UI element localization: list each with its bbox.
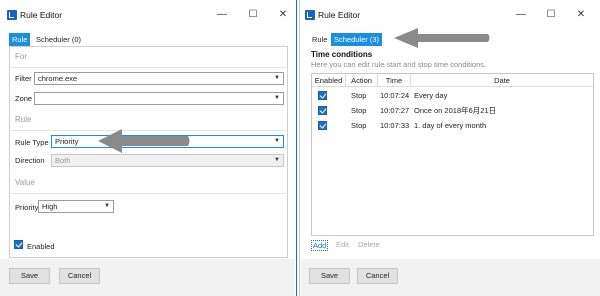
row-action: Stop	[351, 121, 367, 130]
minimize-icon[interactable]: —	[513, 8, 529, 22]
row-action: Stop	[351, 106, 367, 115]
chevron-down-icon: ▼	[104, 203, 110, 209]
save-button[interactable]: Save	[9, 268, 50, 284]
window-title: Rule Editor	[20, 10, 63, 20]
divider	[11, 67, 286, 68]
chevron-down-icon: ▼	[274, 75, 280, 81]
minimize-icon[interactable]: —	[214, 8, 230, 22]
tab-scheduler[interactable]: Scheduler (0)	[33, 33, 84, 46]
schedule-table: Enabled Action Time Date Stop 10:07:24 E…	[311, 73, 594, 236]
enabled-label: Enabled	[27, 242, 55, 251]
column-header-date[interactable]: Date	[411, 74, 593, 87]
row-time: 10:07:24	[380, 91, 410, 100]
chevron-down-icon: ▼	[274, 157, 280, 163]
app-icon	[7, 10, 17, 20]
row-date: Every day	[414, 91, 448, 100]
priority-label: Priority	[15, 203, 39, 212]
maximize-icon[interactable]: ☐	[543, 8, 559, 22]
row-date: 1. day of every month	[414, 121, 487, 130]
rule-type-label: Rule Type	[15, 138, 49, 147]
row-time: 10:07:27	[380, 106, 410, 115]
cancel-button[interactable]: Cancel	[357, 268, 398, 284]
close-icon[interactable]: ✕	[573, 8, 589, 22]
tab-rule[interactable]: Rule	[309, 33, 330, 46]
section-for: For	[15, 52, 27, 61]
add-link[interactable]: Add	[311, 240, 329, 251]
title-bar: Rule Editor — ☐ ✕	[0, 0, 295, 30]
section-value: Value	[15, 178, 35, 187]
zone-label: Zone	[15, 94, 33, 103]
column-header-time[interactable]: Time	[378, 74, 411, 87]
rule-editor-window-left: Rule Editor — ☐ ✕ Rule Scheduler (0) For…	[0, 0, 295, 296]
section-rule: Rule	[15, 115, 32, 124]
column-header-action[interactable]: Action	[346, 74, 378, 87]
row-enabled-checkbox[interactable]	[318, 91, 327, 100]
direction-label: Direction	[15, 156, 45, 165]
app-icon	[305, 10, 315, 20]
column-header-enabled[interactable]: Enabled	[312, 74, 346, 87]
zone-combo[interactable]: ▼	[34, 92, 284, 105]
tab-scheduler[interactable]: Scheduler (3)	[331, 33, 383, 46]
delete-link[interactable]: Delete	[358, 240, 380, 249]
annotation-arrow-icon	[394, 28, 490, 48]
filter-label: Filter	[15, 74, 32, 83]
close-icon[interactable]: ✕	[275, 8, 291, 22]
time-conditions-title: Time conditions	[311, 50, 373, 59]
rule-type-value: Priority	[55, 137, 79, 146]
annotation-arrow-icon	[98, 129, 190, 153]
time-conditions-subtitle: Here you can edit rule start and stop ti…	[311, 60, 487, 69]
row-enabled-checkbox[interactable]	[318, 121, 327, 130]
tab-rule[interactable]: Rule	[9, 33, 31, 46]
edit-link[interactable]: Edit	[336, 240, 349, 249]
enabled-checkbox[interactable]	[14, 240, 23, 249]
divider	[11, 193, 286, 194]
save-button[interactable]: Save	[309, 268, 350, 284]
chevron-down-icon: ▼	[274, 138, 280, 144]
priority-combo[interactable]: High ▼	[38, 200, 114, 213]
row-enabled-checkbox[interactable]	[318, 106, 327, 115]
row-action: Stop	[351, 91, 367, 100]
maximize-icon[interactable]: ☐	[245, 8, 261, 22]
rule-editor-window-right: Rule Editor — ☐ ✕ Rule Scheduler (3) Tim…	[301, 0, 600, 296]
cancel-button[interactable]: Cancel	[59, 268, 100, 284]
row-time: 10:07:33	[380, 121, 410, 130]
direction-value: Both	[55, 156, 71, 165]
row-date: Once on 2018年6月21日	[414, 106, 497, 115]
priority-value: High	[42, 202, 58, 211]
direction-combo[interactable]: Both ▼	[51, 154, 284, 167]
filter-value: chrome.exe	[38, 74, 78, 83]
chevron-down-icon: ▼	[274, 95, 280, 101]
filter-combo[interactable]: chrome.exe ▼	[34, 72, 284, 85]
window-title: Rule Editor	[318, 10, 361, 20]
